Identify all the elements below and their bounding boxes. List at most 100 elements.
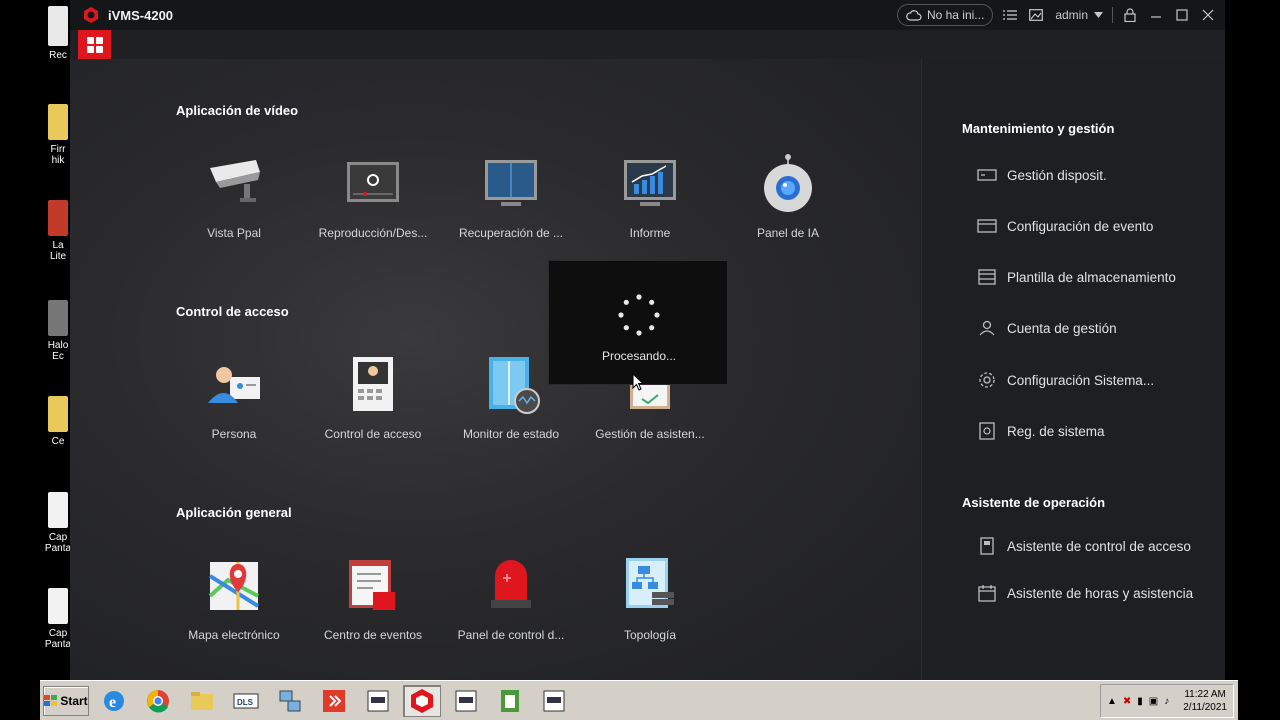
device-list-icon [977, 169, 997, 181]
rp-asistente-horas-asistencia[interactable]: Asistente de horas y asistencia [977, 584, 1193, 602]
desktop-icon-label: Ce [51, 436, 65, 447]
desktop-icon-folder-1[interactable]: Firr hik [44, 104, 72, 166]
taskbar-dls-button[interactable]: DLS [227, 685, 265, 717]
cloud-status-button[interactable]: No ha ini... [896, 4, 994, 26]
close-icon [1202, 9, 1214, 21]
titlebar-controls: No ha ini... admin [896, 0, 1225, 30]
access-terminal-icon [343, 355, 403, 415]
topology-icon [620, 556, 680, 616]
tile-centro-eventos[interactable]: Centro de eventos [308, 556, 438, 642]
svg-text:e: e [109, 694, 116, 711]
tile-label: Monitor de estado [462, 427, 560, 441]
internet-explorer-icon: e [104, 690, 124, 711]
recycle-bin-icon [48, 6, 68, 46]
tile-label: Recuperación de ... [458, 226, 564, 240]
tray-battery-icon[interactable]: ▮ [1137, 696, 1143, 707]
maximize-icon [1176, 9, 1188, 21]
rp-gestion-dispositivos[interactable]: Gestión disposit. [977, 167, 1107, 183]
grid-menu-icon [86, 36, 103, 53]
svg-text:DLS: DLS [237, 698, 254, 707]
main-menu-button[interactable] [78, 30, 111, 59]
tile-panel-control[interactable]: Panel de control d... [446, 556, 576, 642]
section-title-video: Aplicación de vídeo [176, 103, 299, 118]
taskbar-spreadsheet-button[interactable] [491, 685, 529, 717]
app-shortcut-icon [48, 300, 68, 336]
user-name[interactable]: admin [1055, 8, 1088, 22]
calendar-icon [978, 585, 996, 602]
taskbar-anydesk-button[interactable] [315, 685, 353, 717]
tile-label: Control de acceso [324, 427, 422, 441]
tile-panel-ia[interactable]: Panel de IA [723, 154, 853, 240]
rp-registro-sistema[interactable]: Reg. de sistema [977, 422, 1105, 440]
tray-security-icon[interactable]: ✖ [1123, 696, 1131, 707]
taskbar-window-3-button[interactable] [535, 685, 573, 717]
tile-reproduccion[interactable]: Reproducción/Des... [308, 154, 438, 240]
tile-topologia[interactable]: Topología [585, 556, 715, 642]
rp-item-label: Configuración de evento [1007, 218, 1154, 234]
rp-configuracion-evento[interactable]: Configuración de evento [977, 218, 1153, 234]
lock-button[interactable] [1117, 0, 1143, 30]
tray-network-icon[interactable]: ▣ [1149, 696, 1158, 707]
desktop-icon-capture-2[interactable]: Cap Panta [44, 588, 72, 650]
tile-label: Gestión de asisten... [595, 427, 705, 441]
taskbar-ivms-button[interactable] [403, 684, 441, 717]
desktop-icon-shortcut-2[interactable]: Halo Ec [44, 300, 72, 362]
start-button[interactable]: Start [43, 685, 89, 716]
desktop-icon-folder-2[interactable]: Ce [44, 396, 72, 447]
tile-mapa-electronico[interactable]: Mapa electrónico [169, 556, 299, 642]
titlebar-divider [1112, 7, 1113, 23]
app-shortcut-icon [48, 200, 68, 236]
tray-volume-icon[interactable]: ♪ [1164, 696, 1169, 707]
taskbar-chrome-button[interactable] [139, 685, 177, 717]
desktop-icon-recycle-bin[interactable]: Rec [44, 6, 72, 61]
tile-vista-ppal[interactable]: Vista Ppal [169, 154, 299, 240]
image-button[interactable] [1023, 0, 1049, 30]
image-icon [1029, 9, 1044, 21]
task-list-button[interactable] [997, 0, 1023, 30]
loading-spinner-icon [618, 294, 660, 336]
wizard-title: Asistente de operación [962, 495, 1106, 510]
taskbar-window-1-button[interactable] [359, 685, 397, 717]
tile-recuperacion[interactable]: Recuperación de ... [446, 154, 576, 240]
tray-expand-icon[interactable]: ▲ [1107, 696, 1117, 707]
cloud-icon [906, 10, 922, 21]
rp-item-label: Reg. de sistema [1007, 423, 1105, 439]
taskbar-window-2-button[interactable] [447, 685, 485, 717]
rp-cuenta-gestion[interactable]: Cuenta de gestión [977, 320, 1117, 336]
tile-persona[interactable]: Persona [169, 355, 299, 441]
windows-logo-icon [44, 694, 58, 706]
rp-configuracion-sistema[interactable]: Configuración Sistema... [977, 371, 1154, 389]
document-icon [48, 492, 68, 528]
rp-asistente-control-acceso[interactable]: Asistente de control de acceso [977, 537, 1191, 555]
right-panel: Mantenimiento y gestión Gestión disposit… [921, 59, 1225, 680]
access-wizard-icon [980, 537, 994, 555]
user-dropdown-button[interactable] [1088, 0, 1108, 30]
document-icon [48, 588, 68, 624]
section-title-general: Aplicación general [176, 505, 292, 520]
tile-label: Topología [623, 628, 677, 642]
application-window-icon [455, 690, 477, 711]
taskbar-network-button[interactable] [271, 685, 309, 717]
minimize-icon [1151, 16, 1161, 18]
maximize-button[interactable] [1169, 0, 1195, 30]
taskbar-explorer-button[interactable] [183, 685, 221, 717]
alarm-light-icon [481, 556, 541, 616]
taskbar-ie-button[interactable]: e [95, 685, 133, 717]
rp-plantilla-almacenamiento[interactable]: Plantilla de almacenamiento [977, 269, 1176, 285]
desktop-icon-capture-1[interactable]: Cap Panta [44, 492, 72, 554]
event-center-icon [343, 556, 403, 616]
tile-label: Centro de eventos [323, 628, 423, 642]
tile-informe[interactable]: Informe [585, 154, 715, 240]
tile-label: Reproducción/Des... [318, 226, 428, 240]
system-log-icon [979, 422, 995, 440]
minimize-button[interactable] [1143, 0, 1169, 30]
desktop-icon-shortcut-1[interactable]: La Lite [44, 200, 72, 262]
clock[interactable]: 11:22 AM 2/11/2021 [1183, 688, 1227, 714]
tile-label: Persona [211, 427, 257, 441]
rp-item-label: Gestión disposit. [1007, 167, 1107, 183]
tile-control-acceso[interactable]: Control de acceso [308, 355, 438, 441]
folder-icon [191, 691, 213, 710]
clock-date: 2/11/2021 [1183, 702, 1227, 713]
tile-label: Mapa electrónico [188, 628, 280, 642]
close-button[interactable] [1195, 0, 1221, 30]
